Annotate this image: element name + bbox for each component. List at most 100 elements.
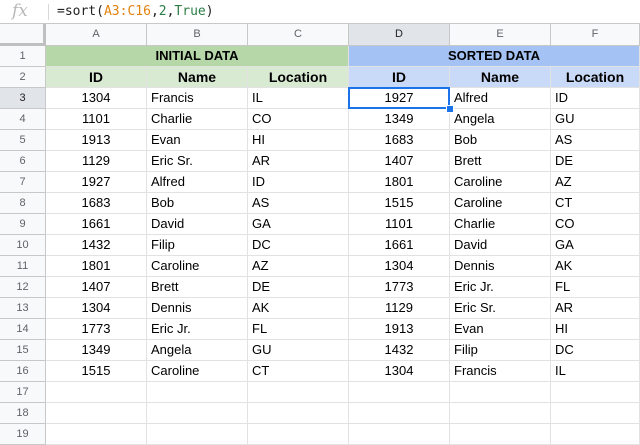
sorted-location-cell[interactable]: IL [551, 361, 640, 382]
empty-cell[interactable] [248, 424, 349, 445]
sorted-id-cell[interactable]: 1304 [349, 256, 450, 277]
column-header-b[interactable]: B [147, 24, 248, 46]
row-header-13[interactable]: 13 [0, 298, 46, 319]
sorted-name-cell[interactable]: Brett [450, 151, 551, 172]
sorted-location-cell[interactable]: AZ [551, 172, 640, 193]
column-header-e[interactable]: E [450, 24, 551, 46]
empty-cell[interactable] [147, 403, 248, 424]
initial-name-cell[interactable]: Eric Jr. [147, 319, 248, 340]
initial-id-cell[interactable]: 1661 [46, 214, 147, 235]
empty-cell[interactable] [46, 403, 147, 424]
sorted-name-cell[interactable]: Eric Sr. [450, 298, 551, 319]
row-header-14[interactable]: 14 [0, 319, 46, 340]
empty-cell[interactable] [46, 424, 147, 445]
initial-name-cell[interactable]: Dennis [147, 298, 248, 319]
row-header-9[interactable]: 9 [0, 214, 46, 235]
sorted-id-cell[interactable]: 1515 [349, 193, 450, 214]
empty-cell[interactable] [46, 382, 147, 403]
initial-header-id[interactable]: ID [46, 67, 147, 88]
sorted-header-location[interactable]: Location [551, 67, 640, 88]
row-header-1[interactable]: 1 [0, 46, 46, 67]
row-header-8[interactable]: 8 [0, 193, 46, 214]
initial-id-cell[interactable]: 1927 [46, 172, 147, 193]
sorted-id-cell[interactable]: 1913 [349, 319, 450, 340]
sorted-name-cell[interactable]: Angela [450, 109, 551, 130]
initial-data-title[interactable]: INITIAL DATA [46, 46, 349, 67]
sorted-name-cell[interactable]: Caroline [450, 193, 551, 214]
row-header-2[interactable]: 2 [0, 67, 46, 88]
initial-location-cell[interactable]: AS [248, 193, 349, 214]
empty-cell[interactable] [450, 424, 551, 445]
initial-id-cell[interactable]: 1515 [46, 361, 147, 382]
initial-id-cell[interactable]: 1773 [46, 319, 147, 340]
initial-id-cell[interactable]: 1129 [46, 151, 147, 172]
sorted-location-cell[interactable]: DE [551, 151, 640, 172]
column-header-d[interactable]: D [349, 24, 450, 46]
row-header-19[interactable]: 19 [0, 424, 46, 445]
sorted-location-cell[interactable]: HI [551, 319, 640, 340]
row-header-11[interactable]: 11 [0, 256, 46, 277]
initial-name-cell[interactable]: Alfred [147, 172, 248, 193]
sorted-id-cell[interactable]: 1661 [349, 235, 450, 256]
sorted-name-cell[interactable]: Charlie [450, 214, 551, 235]
initial-location-cell[interactable]: CO [248, 109, 349, 130]
row-header-5[interactable]: 5 [0, 130, 46, 151]
initial-id-cell[interactable]: 1432 [46, 235, 147, 256]
initial-location-cell[interactable]: DE [248, 277, 349, 298]
empty-cell[interactable] [450, 403, 551, 424]
row-header-17[interactable]: 17 [0, 382, 46, 403]
sorted-id-cell[interactable]: 1101 [349, 214, 450, 235]
sorted-location-cell[interactable]: CO [551, 214, 640, 235]
sorted-location-cell[interactable]: AS [551, 130, 640, 151]
column-header-f[interactable]: F [551, 24, 640, 46]
initial-name-cell[interactable]: Francis [147, 88, 248, 109]
initial-location-cell[interactable]: DC [248, 235, 349, 256]
initial-header-name[interactable]: Name [147, 67, 248, 88]
initial-name-cell[interactable]: Bob [147, 193, 248, 214]
sorted-id-cell[interactable]: 1683 [349, 130, 450, 151]
initial-id-cell[interactable]: 1304 [46, 298, 147, 319]
initial-name-cell[interactable]: Caroline [147, 361, 248, 382]
sorted-id-cell[interactable]: 1304 [349, 361, 450, 382]
initial-id-cell[interactable]: 1304 [46, 88, 147, 109]
sorted-name-cell[interactable]: Caroline [450, 172, 551, 193]
sorted-id-cell[interactable]: 1432 [349, 340, 450, 361]
select-all-corner[interactable] [0, 24, 46, 46]
sorted-location-cell[interactable]: CT [551, 193, 640, 214]
initial-name-cell[interactable]: David [147, 214, 248, 235]
initial-location-cell[interactable]: ID [248, 172, 349, 193]
sorted-header-id[interactable]: ID [349, 67, 450, 88]
initial-id-cell[interactable]: 1801 [46, 256, 147, 277]
row-header-4[interactable]: 4 [0, 109, 46, 130]
initial-location-cell[interactable]: GU [248, 340, 349, 361]
initial-id-cell[interactable]: 1407 [46, 277, 147, 298]
empty-cell[interactable] [147, 424, 248, 445]
sorted-name-cell[interactable]: David [450, 235, 551, 256]
sorted-data-title[interactable]: SORTED DATA [349, 46, 640, 67]
row-header-16[interactable]: 16 [0, 361, 46, 382]
sorted-id-cell[interactable]: 1773 [349, 277, 450, 298]
initial-location-cell[interactable]: GA [248, 214, 349, 235]
row-header-6[interactable]: 6 [0, 151, 46, 172]
column-header-c[interactable]: C [248, 24, 349, 46]
empty-cell[interactable] [551, 382, 640, 403]
initial-id-cell[interactable]: 1913 [46, 130, 147, 151]
empty-cell[interactable] [349, 424, 450, 445]
initial-name-cell[interactable]: Brett [147, 277, 248, 298]
initial-name-cell[interactable]: Angela [147, 340, 248, 361]
sorted-location-cell[interactable]: GA [551, 235, 640, 256]
initial-name-cell[interactable]: Evan [147, 130, 248, 151]
sorted-name-cell[interactable]: Dennis [450, 256, 551, 277]
empty-cell[interactable] [349, 403, 450, 424]
sorted-id-cell[interactable]: 1349 [349, 109, 450, 130]
initial-location-cell[interactable]: IL [248, 88, 349, 109]
initial-id-cell[interactable]: 1349 [46, 340, 147, 361]
sorted-name-cell[interactable]: Bob [450, 130, 551, 151]
empty-cell[interactable] [551, 424, 640, 445]
initial-location-cell[interactable]: CT [248, 361, 349, 382]
fill-handle[interactable] [446, 105, 454, 113]
sorted-name-cell[interactable]: Alfred [450, 88, 551, 109]
empty-cell[interactable] [248, 403, 349, 424]
row-header-3[interactable]: 3 [0, 88, 46, 109]
empty-cell[interactable] [551, 403, 640, 424]
